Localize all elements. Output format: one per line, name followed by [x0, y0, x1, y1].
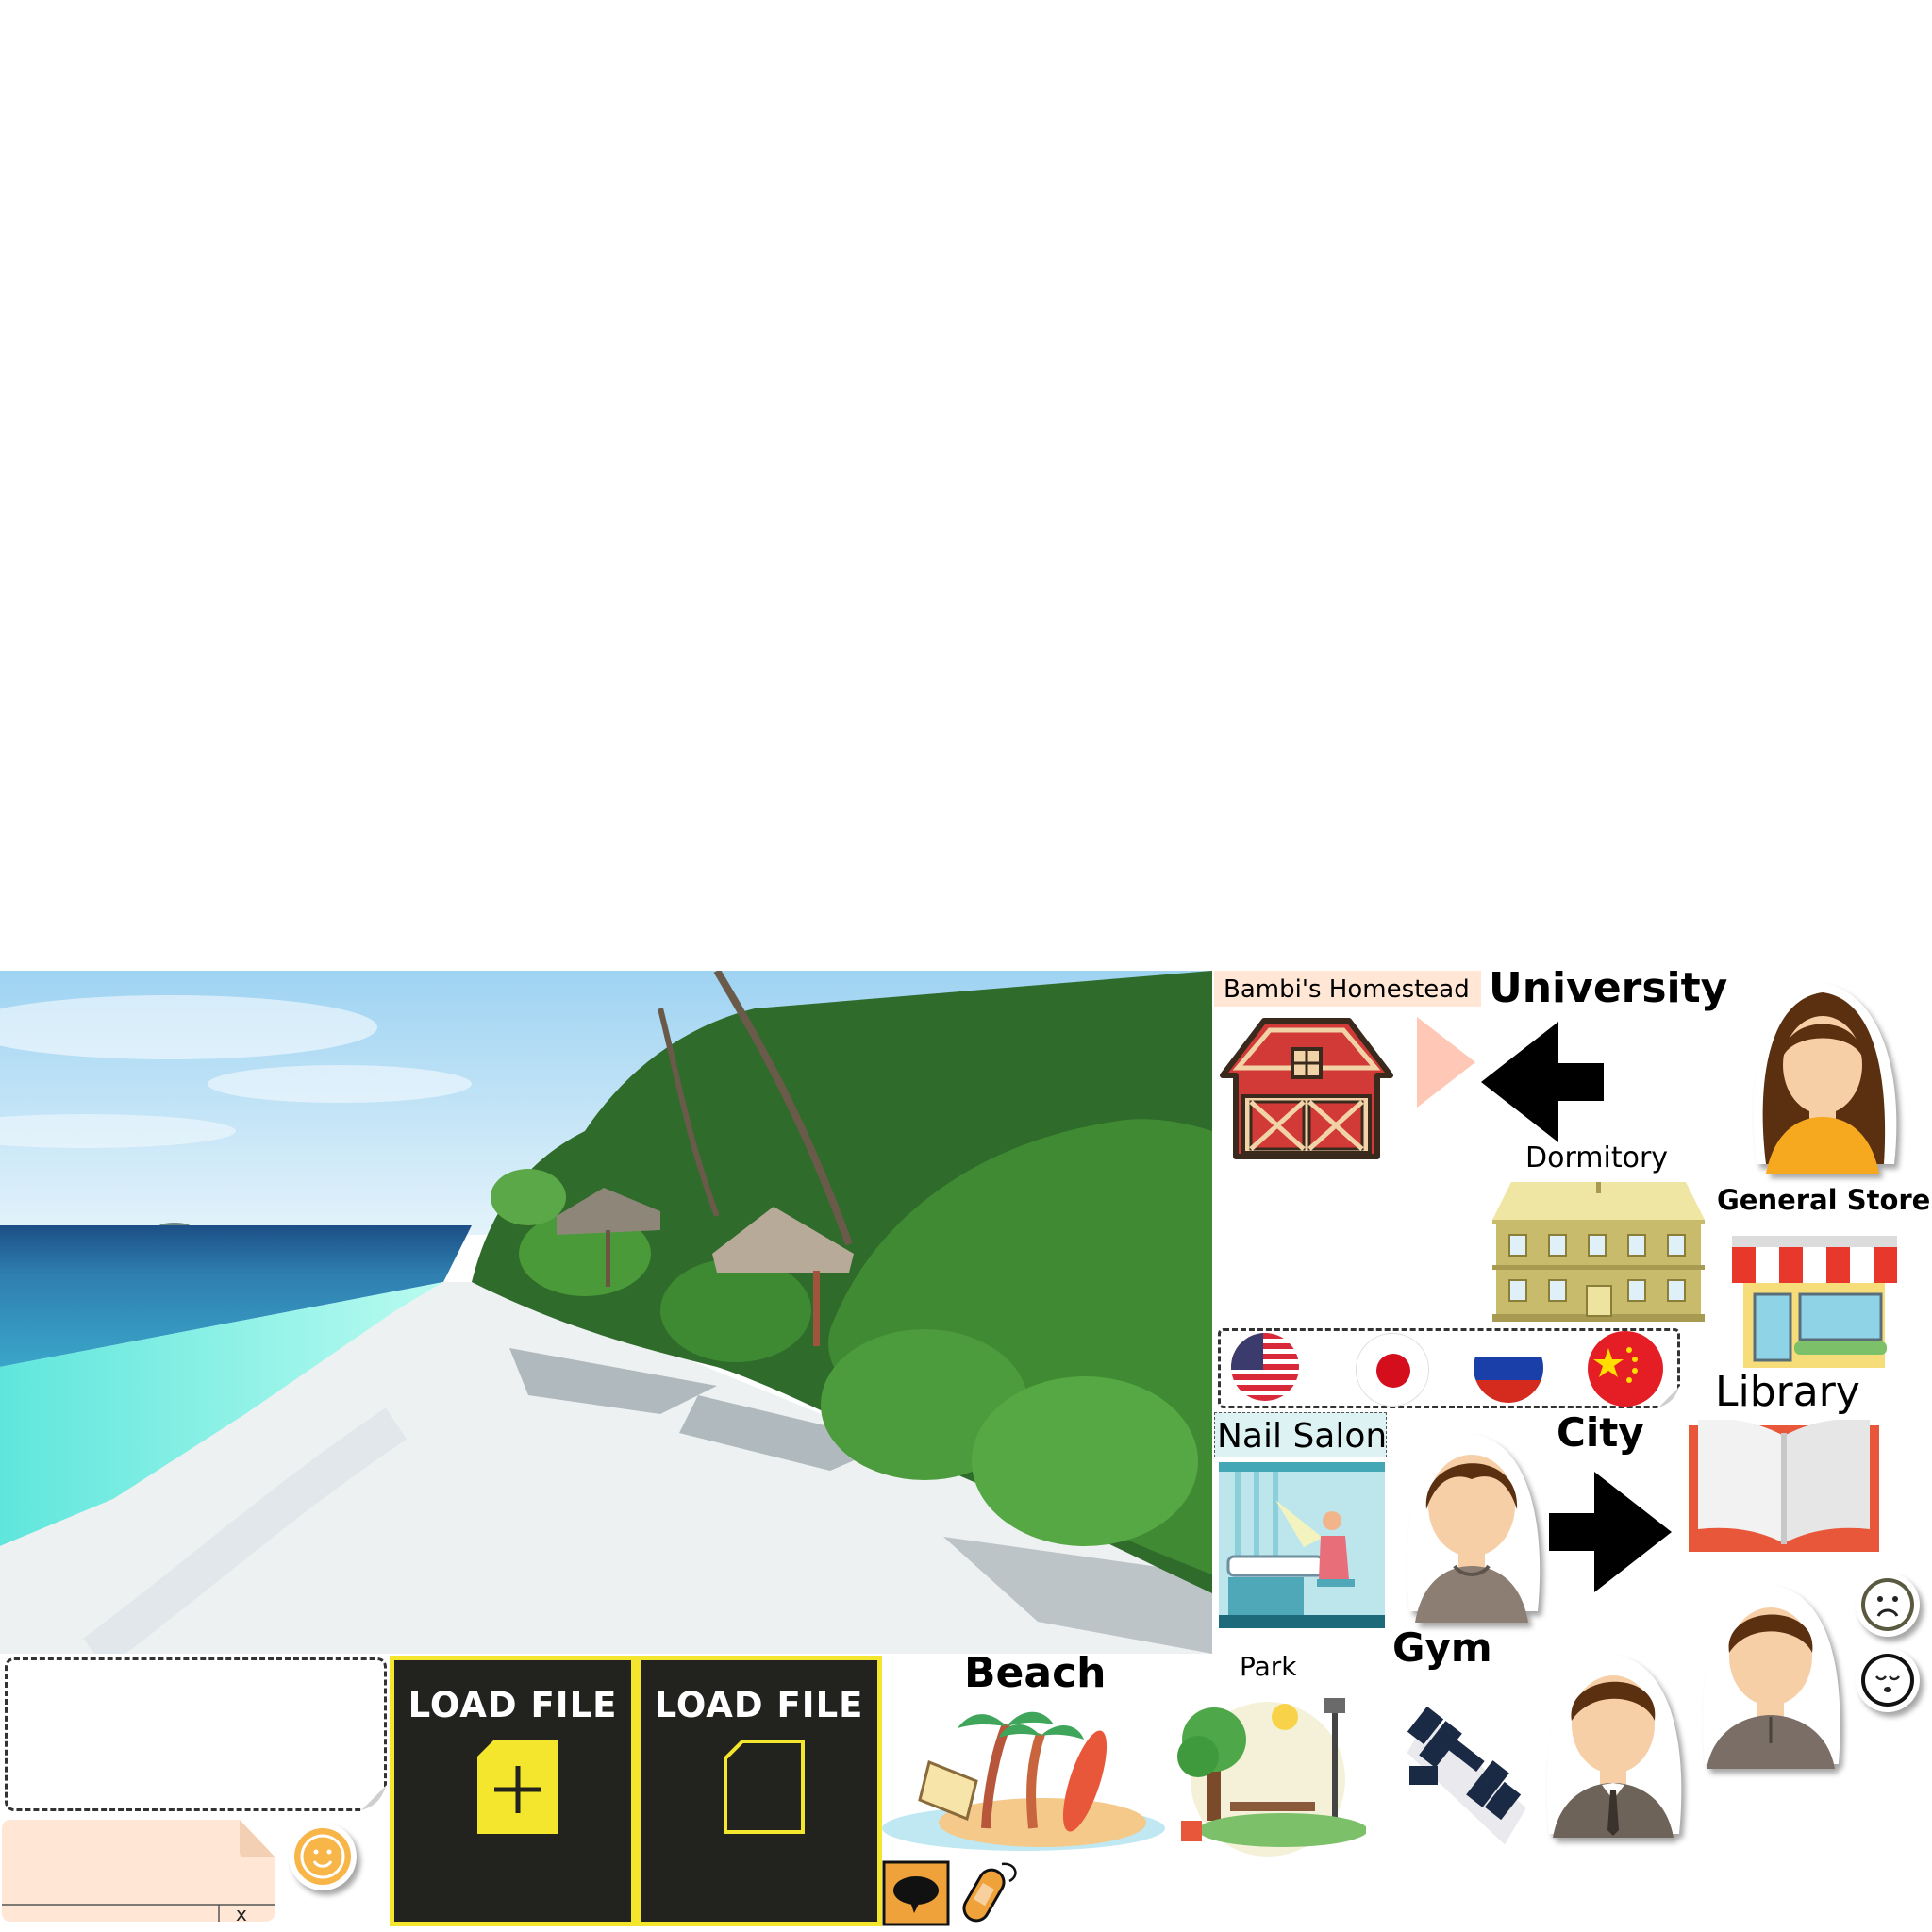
- homestead-label-text: Bambi's Homestead: [1224, 975, 1470, 1004]
- arrow-left-icon[interactable]: [1481, 1022, 1606, 1142]
- beach-scene-image: [0, 971, 1212, 1654]
- gym-label: Gym: [1392, 1624, 1492, 1671]
- general-store-icon[interactable]: [1732, 1236, 1897, 1373]
- load-file-open-label: LOAD FILE: [654, 1685, 864, 1725]
- dormitory-building-icon[interactable]: [1483, 1182, 1714, 1324]
- university-label: University: [1489, 964, 1728, 1012]
- park-label: Park: [1240, 1651, 1297, 1682]
- general-store-label: General Store: [1717, 1184, 1931, 1216]
- nail-salon-label-text: Nail Salon: [1217, 1417, 1388, 1456]
- file-outline-icon: [724, 1740, 805, 1834]
- text-input-panel[interactable]: [5, 1657, 388, 1812]
- dormitory-label: Dormitory: [1525, 1141, 1669, 1174]
- note-panel: x: [2, 1820, 275, 1925]
- note-close-button[interactable]: x: [236, 1903, 247, 1925]
- sleepy-face-icon[interactable]: [1854, 1646, 1922, 1714]
- park-icon[interactable]: [1170, 1689, 1368, 1857]
- china-flag-icon[interactable]: [1588, 1331, 1663, 1407]
- avatar-man-sweater-icon[interactable]: [1693, 1575, 1849, 1772]
- page-curl-icon: [1657, 1385, 1681, 1409]
- library-label: Library: [1715, 1368, 1860, 1416]
- barn-icon[interactable]: [1217, 1009, 1396, 1160]
- load-file-new-button[interactable]: LOAD FILE: [390, 1656, 636, 1926]
- load-file-open-button[interactable]: LOAD FILE: [636, 1656, 882, 1926]
- usa-flag-icon[interactable]: [1231, 1333, 1299, 1401]
- page-curl-icon: [359, 1784, 388, 1812]
- happy-face-icon[interactable]: [287, 1821, 358, 1892]
- avatar-boy-icon[interactable]: [1396, 1423, 1547, 1625]
- japan-flag-icon[interactable]: [1356, 1333, 1429, 1407]
- beach-island-icon[interactable]: [882, 1706, 1170, 1857]
- new-file-icon: [477, 1740, 558, 1834]
- city-label: City: [1557, 1409, 1644, 1456]
- nail-salon-icon[interactable]: [1219, 1462, 1385, 1628]
- homestead-label: Bambi's Homestead: [1214, 971, 1481, 1007]
- arrow-right-icon[interactable]: [1547, 1472, 1672, 1592]
- peach-arrow-right-icon[interactable]: [1415, 1015, 1477, 1109]
- nail-salon-label: Nail Salon: [1214, 1412, 1387, 1457]
- book-icon[interactable]: [1685, 1418, 1883, 1557]
- avatar-man-suit-icon[interactable]: [1538, 1641, 1689, 1840]
- avatar-girl-icon[interactable]: [1738, 975, 1907, 1178]
- dumbbell-icon[interactable]: [1396, 1700, 1533, 1851]
- load-file-new-label: LOAD FILE: [408, 1685, 618, 1725]
- russia-flag-icon[interactable]: [1474, 1333, 1543, 1403]
- bandage-icon[interactable]: [955, 1858, 1023, 1928]
- chat-bubble-icon[interactable]: [882, 1860, 950, 1926]
- beach-label: Beach: [964, 1649, 1107, 1697]
- sad-face-icon[interactable]: [1854, 1571, 1922, 1639]
